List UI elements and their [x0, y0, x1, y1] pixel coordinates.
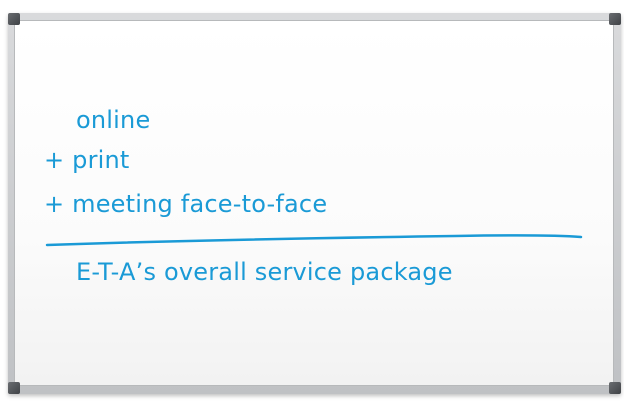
line-meeting-face-to-face: + meeting face-to-face	[44, 190, 328, 218]
corner-cap-bottom-right	[609, 382, 621, 394]
corner-cap-top-right	[609, 13, 621, 25]
line-online: online	[76, 106, 151, 134]
summary-text: E-T-A’s overall service package	[76, 258, 453, 286]
whiteboard-scene: online + print + meeting face-to-face E-…	[0, 0, 624, 403]
line-print: + print	[44, 146, 130, 174]
corner-cap-top-left	[8, 13, 20, 25]
sum-underline	[45, 234, 583, 247]
corner-cap-bottom-left	[8, 382, 20, 394]
